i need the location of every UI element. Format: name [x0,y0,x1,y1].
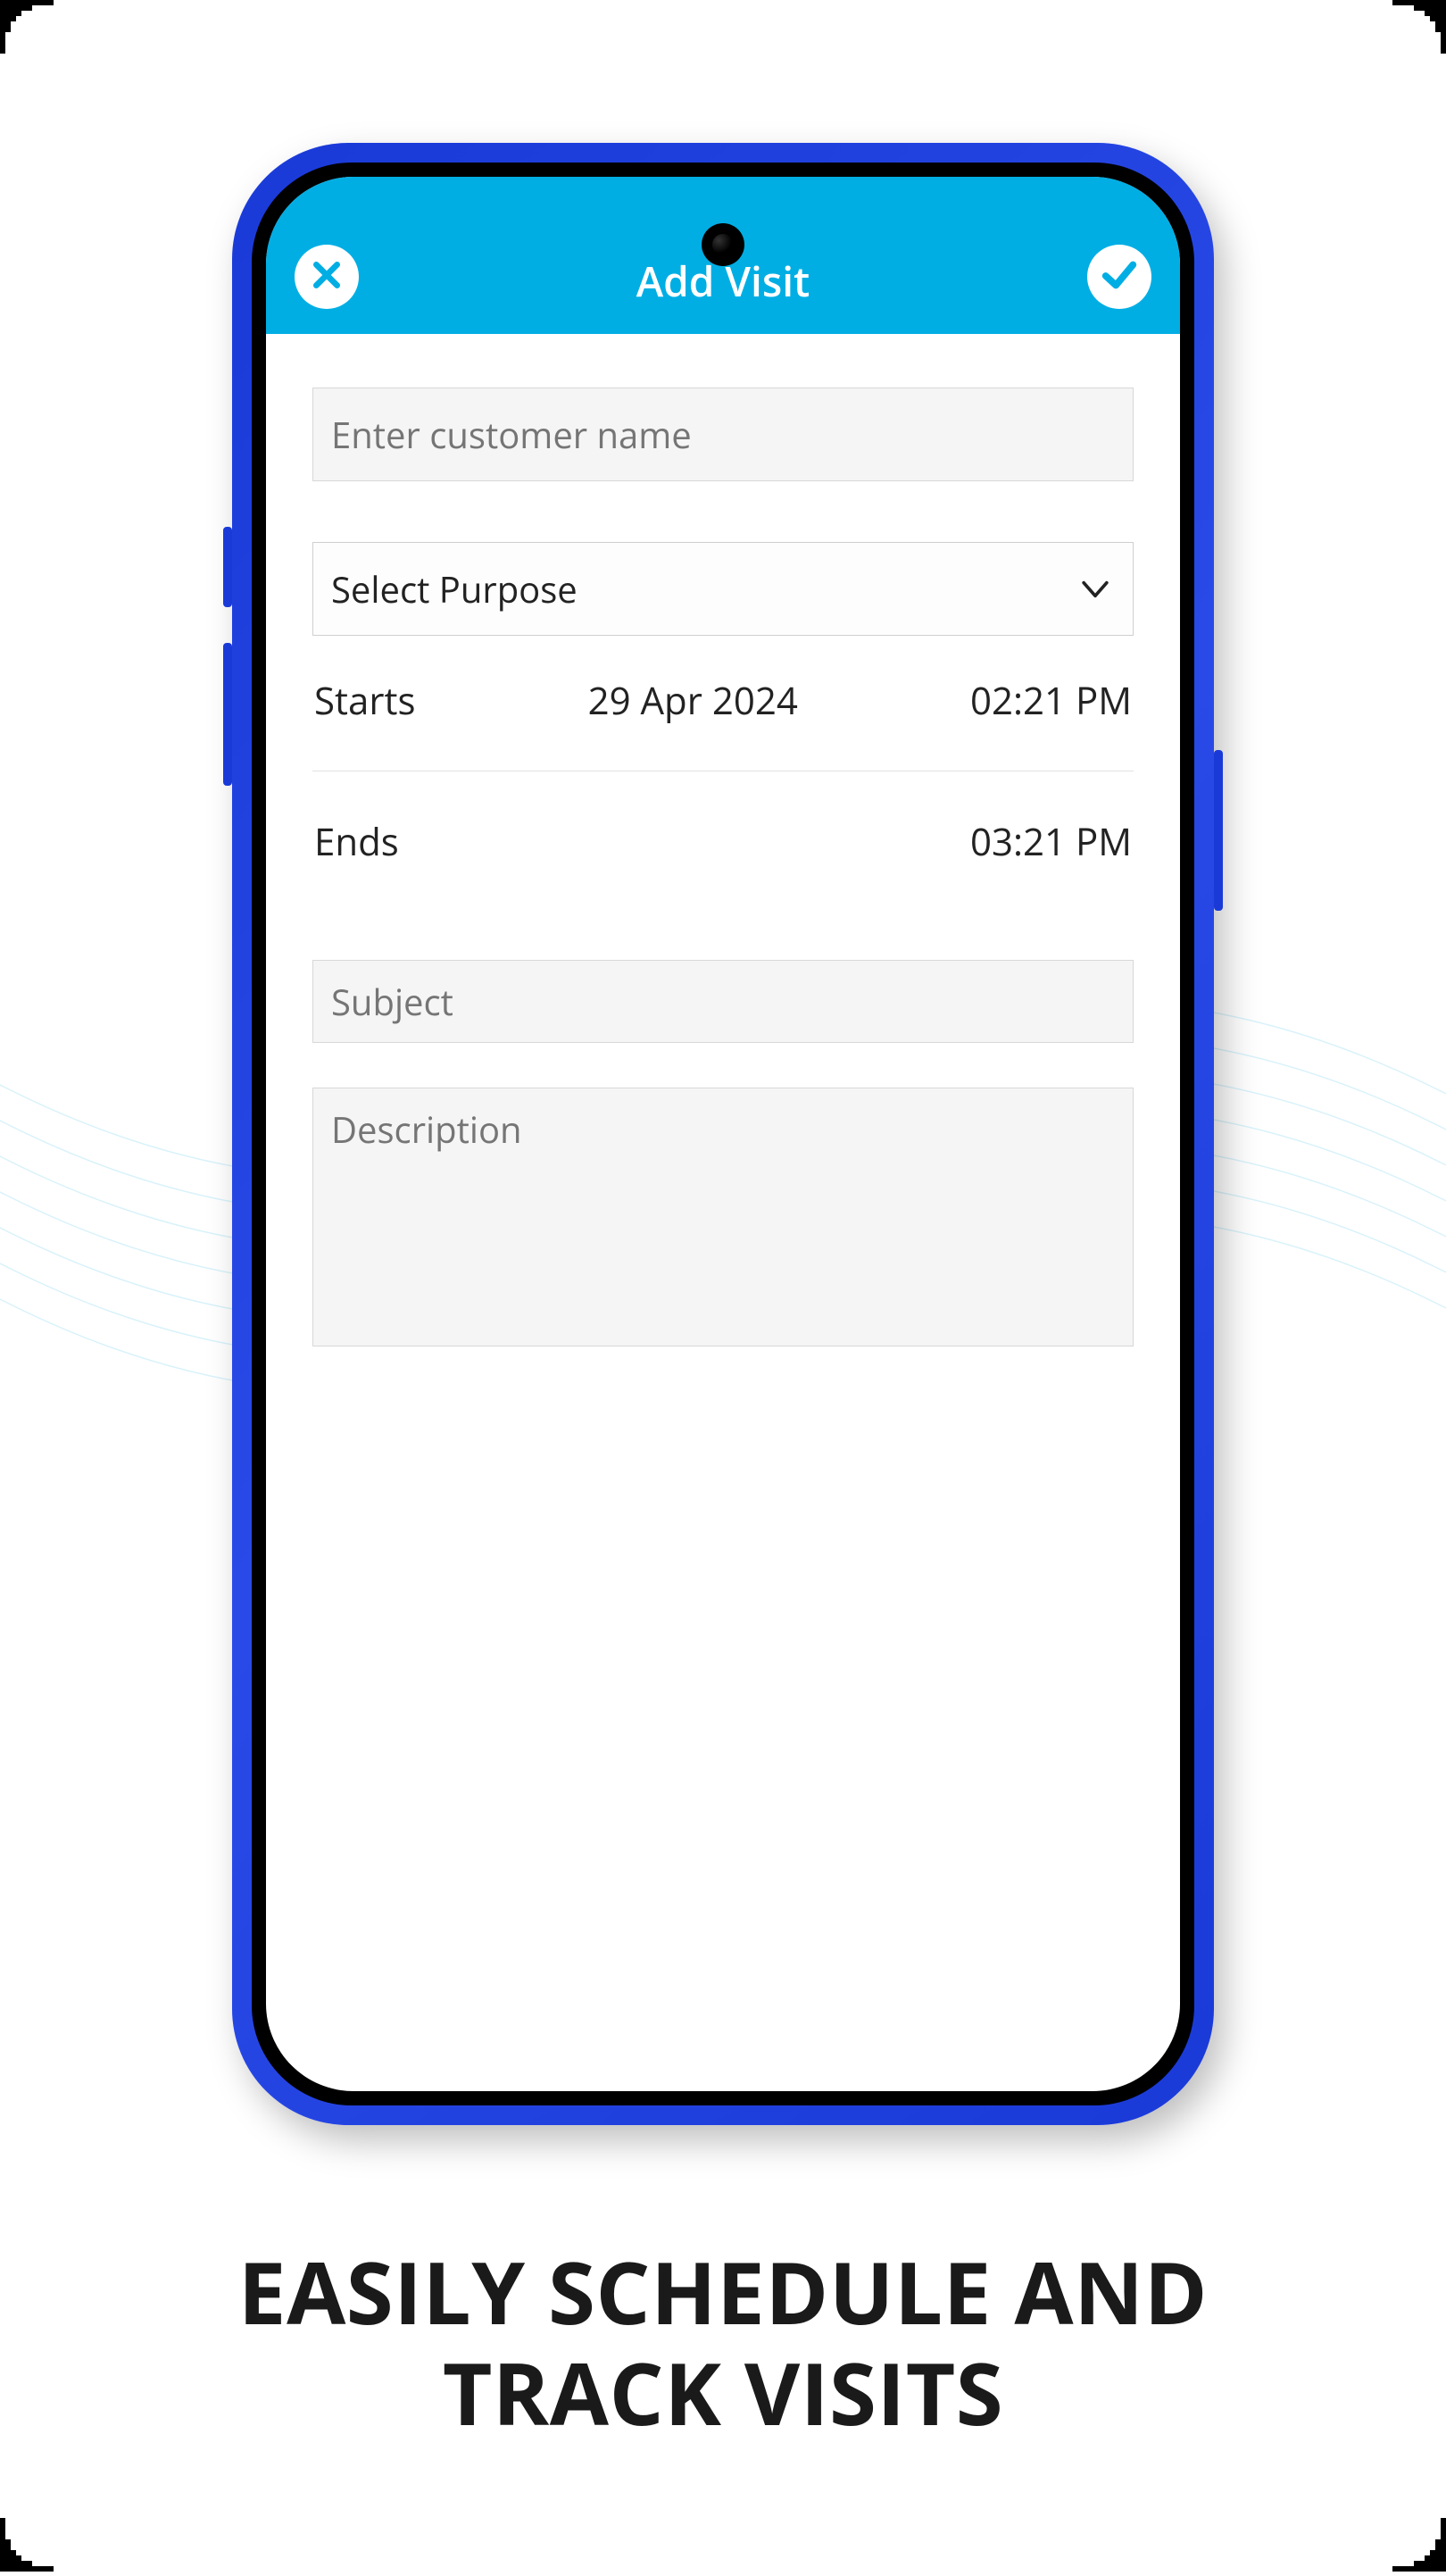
promo-line2: TRACK VISITS [443,2334,1003,2451]
phone-frame: Add Visit Select Purpose Starts [232,143,1214,2125]
purpose-select-label: Select Purpose [331,564,578,613]
customer-name-input[interactable] [312,388,1134,481]
phone-side-button [223,527,232,607]
corner-decoration [1392,0,1446,54]
ends-row[interactable]: Ends 03:21 PM [312,777,1134,906]
purpose-select[interactable]: Select Purpose [312,542,1134,636]
corner-decoration [1392,2518,1446,2572]
starts-time: 02:21 PM [970,675,1132,726]
description-textarea[interactable] [312,1088,1134,1346]
corner-decoration [0,2518,54,2572]
phone-side-button [1214,750,1223,911]
close-icon [309,257,345,297]
phone-bezel: Add Visit Select Purpose Starts [252,163,1194,2105]
cancel-button[interactable] [295,245,359,309]
starts-date: 29 Apr 2024 [416,675,970,726]
starts-row[interactable]: Starts 29 Apr 2024 02:21 PM [312,636,1134,765]
chevron-down-icon [1076,570,1115,609]
starts-label: Starts [314,675,416,726]
promo-line1: EASILY SCHEDULE AND [238,2233,1208,2350]
phone-screen: Add Visit Select Purpose Starts [266,177,1180,2091]
subject-input[interactable] [312,960,1134,1043]
promo-title: EASILY SCHEDULE AND TRACK VISITS [0,2241,1446,2444]
check-icon [1099,254,1140,300]
form-area: Select Purpose Starts 29 Apr 2024 02:21 … [266,334,1180,1346]
corner-decoration [0,0,54,54]
confirm-button[interactable] [1087,245,1151,309]
ends-label: Ends [314,816,399,867]
phone-camera [702,223,744,266]
ends-time: 03:21 PM [970,816,1132,867]
phone-side-button [223,643,232,786]
